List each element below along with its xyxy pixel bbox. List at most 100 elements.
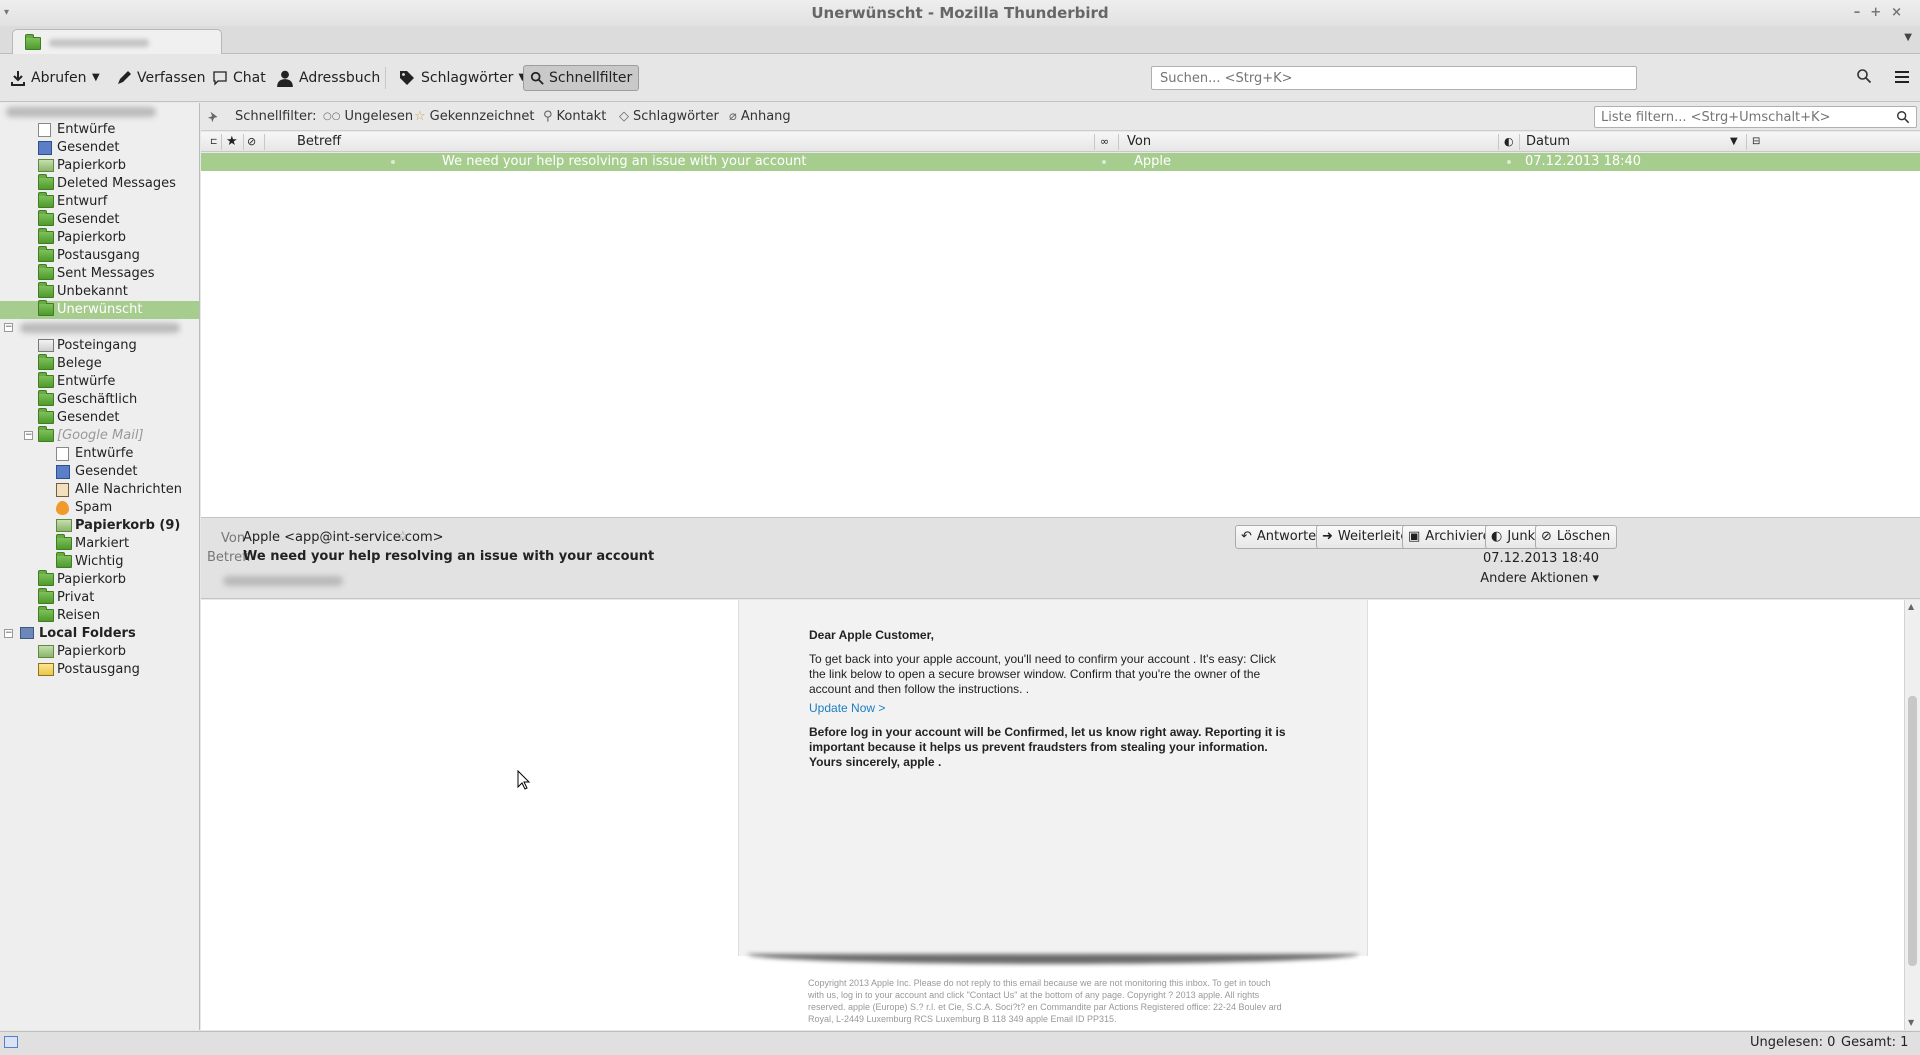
drafts-icon: [38, 123, 51, 137]
folder-item[interactable]: Spam: [0, 499, 199, 517]
scroll-up-icon[interactable]: ▲: [1908, 602, 1914, 611]
close-icon[interactable]: ×: [1891, 5, 1912, 20]
collapse-icon[interactable]: −: [24, 431, 33, 440]
quick-filter-toggle[interactable]: Schnellfilter: [523, 65, 640, 91]
read-status-column-icon[interactable]: ∞: [1100, 132, 1109, 152]
folder-item-selected[interactable]: Unerwünscht: [0, 300, 199, 319]
pencil-icon: [118, 71, 131, 84]
folder-item[interactable]: Belege: [0, 354, 199, 373]
filter-tags-button[interactable]: ◇ Schlagwörter: [619, 103, 719, 131]
other-actions-menu[interactable]: Andere Aktionen ▾: [1456, 571, 1599, 586]
from-column-header[interactable]: Von: [1127, 132, 1151, 152]
no-entry-icon: ⊘: [1541, 529, 1552, 544]
thread-column-icon[interactable]: ⊏: [210, 132, 218, 152]
folder-item[interactable]: Gesendet: [0, 463, 199, 481]
folder-item[interactable]: Entwürfe: [0, 372, 199, 391]
folder-item[interactable]: Gesendet: [0, 210, 199, 229]
tab-list-chevron-icon[interactable]: ▼: [1904, 32, 1912, 43]
account-row[interactable]: −: [0, 319, 199, 337]
get-mail-button[interactable]: Abrufen: [4, 65, 93, 91]
attachment-column-icon[interactable]: ⊘: [247, 132, 256, 152]
folder-item[interactable]: Gesendet: [0, 139, 199, 157]
folder-item[interactable]: Gesendet: [0, 408, 199, 427]
minimize-icon[interactable]: –: [1854, 5, 1871, 20]
account-local-folders[interactable]: − Local Folders: [0, 625, 199, 643]
global-search-input[interactable]: [1151, 66, 1637, 90]
window-controls[interactable]: –+×: [1854, 0, 1912, 26]
date-column-header[interactable]: Datum: [1526, 132, 1570, 152]
folder-item-google-mail[interactable]: − [Google Mail]: [0, 426, 199, 445]
filter-starred-button[interactable]: ☆ Gekennzeichnet: [414, 103, 534, 131]
folder-item[interactable]: Papierkorb: [0, 157, 199, 175]
delete-button[interactable]: ⊘ Löschen: [1535, 525, 1618, 549]
get-mail-dropdown-icon[interactable]: ▼: [86, 65, 106, 91]
address-book-button[interactable]: Adressbuch: [270, 65, 386, 91]
folder-item[interactable]: Markiert: [0, 534, 199, 553]
folder-item[interactable]: Alle Nachrichten: [0, 481, 199, 499]
folder-item[interactable]: Postausgang: [0, 661, 199, 679]
window-menu-icon[interactable]: ▾: [4, 0, 9, 26]
search-icon[interactable]: [1856, 68, 1872, 84]
filter-attachment-button[interactable]: ⌀ Anhang: [729, 103, 791, 131]
column-divider: [243, 134, 244, 150]
folder-item[interactable]: Papierkorb: [0, 643, 199, 661]
folder-icon: [38, 354, 54, 370]
folder-item[interactable]: Postausgang: [0, 246, 199, 265]
chat-button[interactable]: Chat: [206, 65, 272, 91]
sort-descending-icon[interactable]: ▼: [1730, 132, 1738, 152]
search-icon[interactable]: [1896, 110, 1910, 124]
filter-list-input[interactable]: [1594, 106, 1917, 128]
folder-item[interactable]: Papierkorb (9): [0, 517, 199, 535]
folder-item[interactable]: Sent Messages: [0, 264, 199, 283]
folder-item[interactable]: Posteingang: [0, 337, 199, 355]
add-contact-star-icon[interactable]: ☆: [397, 529, 409, 544]
folder-item[interactable]: Privat: [0, 588, 199, 607]
computer-icon: [20, 627, 34, 639]
filter-contact-button[interactable]: ⚲ Kontakt: [543, 103, 606, 131]
folder-icon: [38, 228, 54, 244]
tags-label: Schlagwörter: [421, 70, 514, 86]
folder-item[interactable]: Wichtig: [0, 552, 199, 571]
folder-item[interactable]: Deleted Messages: [0, 174, 199, 193]
message-scrollbar[interactable]: ▲ ▼: [1904, 600, 1920, 1030]
person-icon: ⚲: [543, 109, 553, 124]
tags-button[interactable]: Schlagwörter ▼: [392, 65, 532, 91]
archive-box-icon: ▣: [1408, 529, 1421, 544]
folder-icon: [25, 34, 41, 50]
filter-unread-button[interactable]: ○○ Ungelesen: [323, 103, 413, 131]
message-row[interactable]: We need your help resolving an issue wit…: [201, 153, 1920, 171]
collapse-icon[interactable]: −: [4, 323, 13, 332]
subject-column-header[interactable]: Betreff: [297, 132, 341, 152]
from-value[interactable]: Apple <app@int-service.com>: [243, 530, 444, 545]
tag-icon: [400, 71, 414, 85]
maximize-icon[interactable]: +: [1870, 5, 1891, 20]
online-status-icon[interactable]: [4, 1036, 18, 1048]
junk-button[interactable]: ◐ Junk: [1485, 525, 1543, 549]
folder-item[interactable]: Unbekannt: [0, 282, 199, 301]
read-dot-icon: [391, 160, 395, 164]
column-picker-icon[interactable]: ⊟: [1752, 132, 1760, 152]
junk-column-icon[interactable]: ◐: [1504, 132, 1514, 152]
collapse-icon[interactable]: −: [4, 629, 13, 638]
folder-icon: [38, 606, 54, 622]
folder-item[interactable]: Entwurf: [0, 192, 199, 211]
star-column-icon[interactable]: ★: [226, 132, 238, 152]
hamburger-menu-icon[interactable]: [1894, 69, 1910, 85]
folder-item[interactable]: Papierkorb: [0, 228, 199, 247]
tab-folder[interactable]: [12, 29, 222, 55]
folder-item[interactable]: Entwürfe: [0, 121, 199, 139]
pin-icon[interactable]: [207, 103, 221, 131]
scroll-down-icon[interactable]: ▼: [1908, 1018, 1914, 1027]
search-icon: [530, 71, 544, 85]
update-now-link[interactable]: Update Now >: [809, 701, 1289, 716]
quick-filter-label: Schnellfilter: [549, 70, 633, 86]
folder-item[interactable]: Entwürfe: [0, 445, 199, 463]
write-button[interactable]: Verfassen: [110, 65, 211, 91]
star-icon: ☆: [414, 109, 426, 124]
scrollbar-thumb[interactable]: [1908, 696, 1917, 966]
chat-bubble-icon: [213, 71, 227, 86]
email-paragraph: Before log in your account will be Confi…: [809, 725, 1286, 754]
folder-item[interactable]: Reisen: [0, 606, 199, 625]
folder-item[interactable]: Papierkorb: [0, 570, 199, 589]
folder-item[interactable]: Geschäftlich: [0, 390, 199, 409]
